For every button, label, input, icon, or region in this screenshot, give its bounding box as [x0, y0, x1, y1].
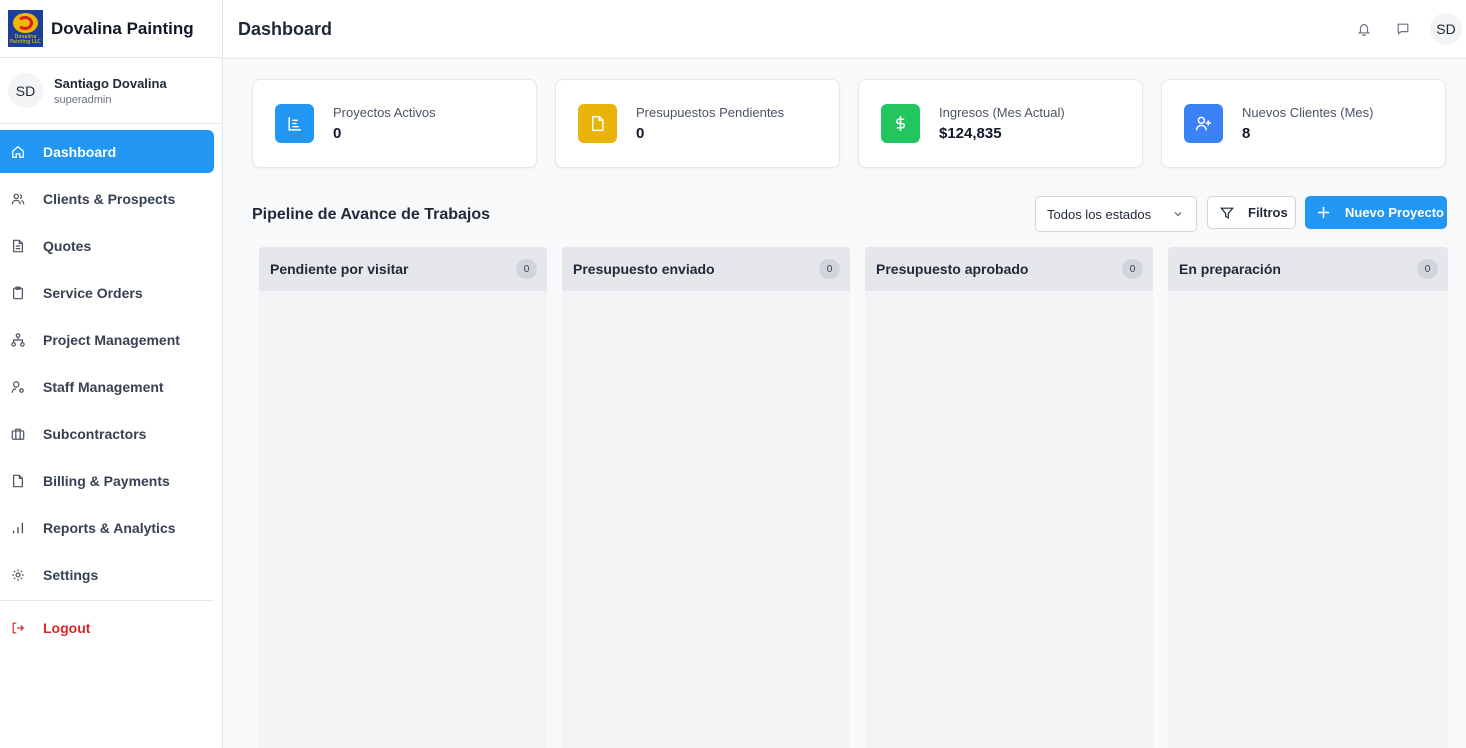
sidebar-item-label: Billing & Payments — [43, 472, 170, 489]
sidebar-item-service-orders[interactable]: Service Orders — [0, 271, 214, 314]
user-name: Santiago Dovalina — [54, 75, 167, 91]
stat-label: Presupuestos Pendientes — [636, 105, 785, 120]
avatar: SD — [8, 73, 43, 108]
pipeline-column-header: Presupuesto enviado 0 — [562, 247, 850, 291]
gear-icon — [11, 568, 25, 582]
status-select-value: Todos los estados — [1047, 206, 1152, 222]
column-title: Pendiente por visitar — [270, 261, 409, 277]
sidebar-item-label: Reports & Analytics — [43, 519, 176, 536]
message-icon[interactable] — [1391, 17, 1415, 41]
sidebar-item-dashboard[interactable]: Dashboard — [0, 130, 214, 173]
sidebar-item-project-management[interactable]: Project Management — [0, 318, 214, 361]
company-logo: Dovalina Painting LLC — [8, 10, 43, 47]
sidebar-item-clients[interactable]: Clients & Prospects — [0, 177, 214, 220]
plus-icon — [1317, 206, 1330, 219]
column-title: Presupuesto aprobado — [876, 261, 1029, 277]
nav-divider — [0, 600, 214, 601]
sidebar-item-subcontractors[interactable]: Subcontractors — [0, 412, 214, 455]
logout-label: Logout — [43, 619, 91, 636]
stats-cards: Proyectos Activos 0 Presupuestos Pendien… — [252, 79, 1446, 168]
sidebar-item-reports[interactable]: Reports & Analytics — [0, 506, 214, 549]
sidebar-item-label: Settings — [43, 566, 99, 583]
filter-button[interactable]: Filtros — [1207, 196, 1296, 229]
chevron-down-icon — [1174, 212, 1182, 217]
column-count-badge: 0 — [516, 259, 537, 279]
column-count-badge: 0 — [1122, 259, 1143, 279]
clipboard-icon — [11, 285, 25, 300]
stat-label: Nuevos Clientes (Mes) — [1242, 105, 1374, 120]
sidebar-item-staff-management[interactable]: Staff Management — [0, 365, 214, 408]
stat-value: 0 — [333, 125, 342, 142]
stat-label: Ingresos (Mes Actual) — [939, 105, 1065, 120]
status-select[interactable]: Todos los estados — [1035, 196, 1197, 232]
user-menu-avatar[interactable]: SD — [1430, 13, 1462, 45]
bar-chart-icon — [11, 521, 25, 535]
stat-value: 8 — [1242, 125, 1251, 142]
pipeline-board: Pendiente por visitar 0 Presupuesto envi… — [259, 247, 1448, 748]
pipeline-title: Pipeline de Avance de Trabajos — [252, 206, 491, 223]
hierarchy-icon — [11, 332, 25, 347]
pipeline-column-header: Pendiente por visitar 0 — [259, 247, 547, 291]
sidebar-item-label: Quotes — [43, 237, 92, 254]
sidebar-item-label: Staff Management — [43, 378, 164, 395]
sidebar-item-label: Clients & Prospects — [43, 190, 176, 207]
column-count-badge: 0 — [1417, 259, 1438, 279]
document-icon — [578, 104, 617, 143]
pipeline-column: Presupuesto aprobado 0 — [865, 247, 1153, 748]
sidebar-item-label: Dashboard — [43, 143, 117, 160]
list-icon — [275, 104, 314, 143]
dollar-icon — [881, 104, 920, 143]
brand[interactable]: Dovalina Painting LLC Dovalina Painting — [0, 0, 222, 58]
stat-card-active-projects: Proyectos Activos 0 — [252, 79, 537, 168]
home-icon — [11, 145, 25, 159]
stat-card-revenue: Ingresos (Mes Actual) $124,835 — [858, 79, 1143, 168]
file-icon — [11, 474, 25, 488]
filter-label: Filtros — [1248, 205, 1288, 220]
sidebar-item-label: Project Management — [43, 331, 180, 348]
stat-value: 0 — [636, 125, 645, 142]
user-role: superadmin — [54, 93, 112, 106]
brand-name: Dovalina Painting — [51, 18, 194, 38]
pipeline-column: Pendiente por visitar 0 — [259, 247, 547, 748]
bell-icon[interactable] — [1352, 17, 1376, 41]
sidebar-item-label: Service Orders — [43, 284, 143, 301]
column-title: En preparación — [1179, 261, 1281, 277]
pipeline-column: En preparación 0 — [1168, 247, 1448, 748]
top-bar: Dashboard SD — [223, 0, 1466, 59]
user-plus-icon — [1184, 104, 1223, 143]
stat-card-pending-quotes: Presupuestos Pendientes 0 — [555, 79, 840, 168]
logout-button[interactable]: Logout — [0, 606, 214, 649]
users-icon — [11, 192, 25, 206]
sidebar-item-quotes[interactable]: Quotes — [0, 224, 214, 267]
stat-value: $124,835 — [939, 125, 1002, 142]
stat-card-new-clients: Nuevos Clientes (Mes) 8 — [1161, 79, 1446, 168]
column-count-badge: 0 — [819, 259, 840, 279]
column-title: Presupuesto enviado — [573, 261, 715, 277]
user-profile[interactable]: SD Santiago Dovalina superadmin — [0, 58, 222, 124]
sidebar-item-billing[interactable]: Billing & Payments — [0, 459, 214, 502]
sidebar-item-settings[interactable]: Settings — [0, 553, 214, 596]
filter-icon — [1220, 207, 1234, 219]
briefcase-icon — [11, 427, 25, 441]
pipeline-column-header: En preparación 0 — [1168, 247, 1448, 291]
pipeline-column: Presupuesto enviado 0 — [562, 247, 850, 748]
sidebar-item-label: Subcontractors — [43, 425, 147, 442]
new-project-button[interactable]: Nuevo Proyecto — [1305, 196, 1447, 229]
logout-icon — [11, 621, 25, 635]
sidebar: Dovalina Painting LLC Dovalina Painting … — [0, 0, 223, 748]
user-cog-icon — [11, 380, 25, 394]
sidebar-nav: Dashboard Clients & Prospects Quotes Ser… — [0, 124, 222, 649]
pipeline-column-header: Presupuesto aprobado 0 — [865, 247, 1153, 291]
new-project-label: Nuevo Proyecto — [1345, 205, 1444, 220]
document-icon — [11, 239, 25, 253]
page-title: Dashboard — [238, 18, 333, 39]
stat-label: Proyectos Activos — [333, 105, 436, 120]
